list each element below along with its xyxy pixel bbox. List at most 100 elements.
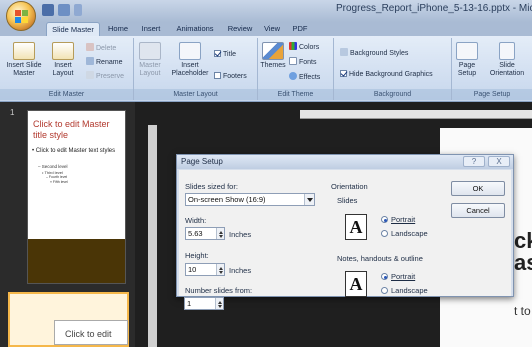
thumbnail-bullet-2: – Second level — [38, 164, 68, 169]
width-unit: Inches — [229, 230, 252, 239]
hide-background-graphics-checkbox[interactable]: Hide Background Graphics — [340, 70, 433, 80]
number-slides-from-spinner[interactable] — [215, 298, 223, 309]
slides-landscape-radio[interactable]: Landscape — [381, 229, 428, 238]
hide-background-graphics-label: Hide Background Graphics — [349, 71, 433, 78]
slide-thumbnail-pane[interactable]: 1 Click to edit Master title style • Cli… — [0, 102, 135, 347]
close-button[interactable]: X — [488, 156, 510, 167]
horizontal-ruler — [300, 110, 532, 119]
master-layout-icon — [139, 42, 161, 60]
layout-text-box: Click to edit — [54, 320, 128, 345]
notes-landscape-radio[interactable]: Landscape — [381, 286, 428, 295]
thumbnail-footer-band — [28, 239, 125, 283]
tab-review[interactable]: Review — [224, 22, 256, 36]
title-checkbox[interactable]: Title — [214, 50, 236, 60]
slides-portrait-radio[interactable]: Portrait — [381, 215, 415, 224]
insert-placeholder-button[interactable]: Insert Placeholder — [170, 42, 210, 78]
rename-button[interactable]: Rename — [86, 57, 122, 68]
master-slide-thumbnail[interactable]: Click to edit Master title style • Click… — [27, 110, 126, 284]
notes-orientation-icon: A — [345, 271, 367, 297]
canvas-text-3: t to — [514, 304, 531, 318]
insert-slide-master-button[interactable]: Insert Slide Master — [6, 42, 42, 78]
thumbnail-bullet-4: – Fourth level — [46, 175, 68, 179]
number-slides-from-label: Number slides from: — [185, 286, 253, 295]
page-setup-label: Page Setup — [457, 62, 477, 77]
tab-view[interactable]: View — [260, 22, 284, 36]
tab-pdf[interactable]: PDF — [290, 22, 310, 36]
help-button[interactable]: ? — [463, 156, 485, 167]
slide-master-icon — [13, 42, 35, 60]
footers-checkbox-label: Footers — [223, 73, 247, 80]
notes-portrait-radio[interactable]: Portrait — [381, 272, 415, 281]
master-layout-label: Master Layout — [139, 62, 161, 77]
slides-portrait-radio-dot — [381, 216, 388, 223]
footers-checkbox-box — [214, 72, 221, 79]
delete-label: Delete — [96, 45, 117, 52]
slides-portrait-label: Portrait — [391, 215, 416, 224]
width-field[interactable]: 5.63 — [185, 227, 225, 240]
delete-icon — [86, 43, 94, 51]
fonts-button[interactable]: Fonts — [289, 57, 317, 68]
slides-sized-for-dropdown[interactable]: On-screen Show (16:9) — [185, 193, 315, 206]
dialog-title-bar[interactable]: Page Setup ? X — [177, 155, 513, 169]
slide-orientation-label: Slide Orientation — [489, 62, 525, 77]
themes-button[interactable]: Themes — [260, 42, 286, 70]
hide-background-graphics-box — [340, 70, 347, 77]
height-field[interactable]: 10 — [185, 263, 225, 276]
canvas-text-2: as — [514, 250, 532, 275]
height-unit: Inches — [229, 266, 252, 275]
slide-orientation-button[interactable]: Slide Orientation — [484, 42, 530, 78]
insert-placeholder-label: Insert Placeholder — [171, 62, 209, 77]
notes-portrait-radio-dot — [381, 273, 388, 280]
group-edit-theme: Themes Colors Fonts Effects Edit Theme — [258, 38, 334, 100]
height-value: 10 — [188, 265, 197, 274]
height-label: Height: — [185, 251, 209, 260]
width-spinner[interactable] — [216, 228, 224, 239]
window-title: Progress_Report_iPhone_5-13-16.pptx - Mi… — [336, 3, 532, 14]
slides-sized-for-value: On-screen Show (16:9) — [188, 195, 266, 204]
undo-icon[interactable] — [58, 4, 70, 16]
notes-landscape-label: Landscape — [391, 286, 428, 295]
effects-label: Effects — [299, 74, 321, 81]
master-layout-button[interactable]: Master Layout — [136, 42, 164, 78]
height-spinner[interactable] — [216, 264, 224, 275]
layout-text: Click to edit — [65, 329, 112, 339]
save-icon[interactable] — [42, 4, 54, 16]
preserve-label: Preserve — [96, 73, 125, 80]
insert-layout-button[interactable]: Insert Layout — [48, 42, 78, 78]
cancel-button[interactable]: Cancel — [451, 203, 505, 218]
tab-animations[interactable]: Animations — [170, 22, 220, 36]
background-styles-label: Background Styles — [350, 50, 409, 57]
tab-home[interactable]: Home — [104, 22, 132, 36]
footers-checkbox[interactable]: Footers — [214, 72, 247, 82]
fonts-icon — [289, 57, 297, 65]
thumbnail-bullet-1: • Click to edit Master text styles — [32, 148, 116, 154]
insert-slide-master-label: Insert Slide Master — [6, 62, 42, 77]
chevron-down-icon[interactable] — [304, 194, 314, 205]
title-bar: Progress_Report_iPhone_5-13-16.pptx - Mi… — [0, 0, 532, 22]
ribbon-tabs: Slide Master Home Insert Animations Revi… — [0, 22, 532, 36]
tab-insert[interactable]: Insert — [136, 22, 166, 36]
slide-orientation-icon — [499, 42, 515, 60]
page-setup-button[interactable]: Page Setup — [454, 42, 480, 78]
group-label-master-layout: Master Layout — [134, 89, 257, 100]
notes-landscape-radio-dot — [381, 287, 388, 294]
notes-portrait-label: Portrait — [391, 272, 416, 281]
tab-slide-master[interactable]: Slide Master — [46, 22, 100, 36]
colors-button[interactable]: Colors — [289, 42, 319, 53]
colors-icon — [289, 42, 297, 50]
group-label-edit-theme: Edit Theme — [258, 89, 333, 100]
fonts-label: Fonts — [299, 59, 317, 66]
office-button[interactable] — [6, 1, 36, 31]
preserve-button[interactable]: Preserve — [86, 71, 124, 82]
effects-button[interactable]: Effects — [289, 72, 320, 83]
delete-button[interactable]: Delete — [86, 43, 116, 54]
background-styles-button[interactable]: Background Styles — [340, 48, 408, 59]
thumbnail-bullet-5: » Fifth level — [50, 180, 68, 184]
ok-button[interactable]: OK — [451, 181, 505, 196]
layout-slide-thumbnail[interactable]: Click to edit — [8, 292, 129, 347]
redo-icon[interactable] — [74, 4, 82, 16]
number-slides-from-value: 1 — [187, 299, 192, 308]
number-slides-from-field[interactable]: 1 — [184, 297, 224, 310]
group-label-edit-master: Edit Master — [0, 89, 133, 100]
title-checkbox-box — [214, 50, 221, 57]
